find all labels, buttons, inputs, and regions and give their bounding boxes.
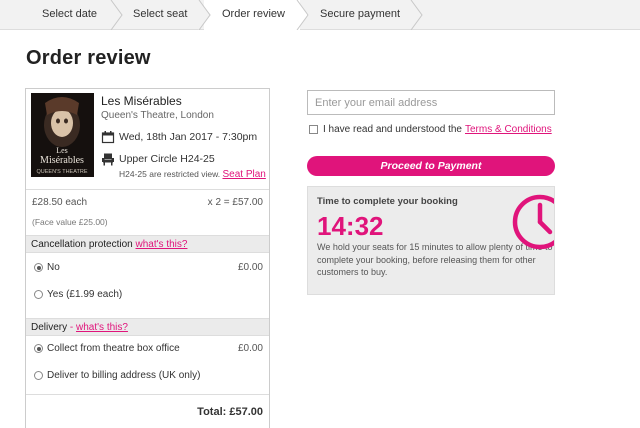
terms-agreement[interactable]: I have read and understood the Terms & C… <box>309 124 552 135</box>
step-separator <box>410 0 424 30</box>
step-separator <box>296 0 310 30</box>
order-summary-card: Les Misérables QUEEN'S THEATRE Les Misér… <box>25 88 270 428</box>
price-calculation: x 2 = £57.00 <box>207 197 263 208</box>
order-total: Total: £57.00 <box>197 406 263 418</box>
face-value: (Face value £25.00) <box>32 217 108 227</box>
show-title: Les Misérables <box>101 94 182 108</box>
restricted-view-text: H24-25 are restricted view. <box>119 169 221 179</box>
page-title: Order review <box>26 47 151 69</box>
divider <box>26 189 269 190</box>
option-label: No <box>47 262 60 273</box>
radio-selected[interactable] <box>34 263 43 272</box>
email-input[interactable] <box>307 90 555 115</box>
terms-text: I have read and understood the <box>323 124 462 135</box>
option-price: £0.00 <box>237 262 263 273</box>
cancellation-protection-header: Cancellation protection what's this? <box>26 235 269 253</box>
seat-plan-link[interactable]: Seat Plan <box>222 169 265 180</box>
cancellation-option-no[interactable]: No <box>34 262 60 273</box>
delivery-dash: - <box>67 322 77 333</box>
delivery-whats-this-link[interactable]: what's this? <box>76 322 128 333</box>
booking-timer-panel: Time to complete your booking 14:32 We h… <box>307 186 555 295</box>
restricted-view-note: H24-25 are restricted view. Seat Plan <box>119 169 266 180</box>
proceed-to-payment-button[interactable]: Proceed to Payment <box>307 156 555 176</box>
svg-text:QUEEN'S THEATRE: QUEEN'S THEATRE <box>37 169 88 175</box>
seat-info: Upper Circle H24-25 <box>119 153 215 165</box>
booking-steps: Select date Select seat Order review Sec… <box>0 0 640 30</box>
cancellation-whats-this-link[interactable]: what's this? <box>136 239 188 250</box>
step-secure-payment: Secure payment <box>320 8 401 20</box>
venue-name: Queen's Theatre, London <box>101 110 214 121</box>
option-label: Collect from theatre box office <box>47 343 180 354</box>
step-select-date[interactable]: Select date <box>42 0 97 30</box>
seat-icon <box>101 152 115 166</box>
delivery-option-collect[interactable]: Collect from theatre box office <box>34 343 180 354</box>
step-separator <box>110 0 124 30</box>
delivery-header: Delivery - what's this? <box>26 318 269 336</box>
show-poster-image: Les Misérables QUEEN'S THEATRE <box>31 93 94 177</box>
radio-unselected[interactable] <box>34 290 43 299</box>
price-each: £28.50 each <box>32 197 88 208</box>
cancellation-option-yes[interactable]: Yes (£1.99 each) <box>34 289 122 300</box>
step-select-seat[interactable]: Select seat <box>133 0 187 30</box>
radio-unselected[interactable] <box>34 371 43 380</box>
option-label: Yes (£1.99 each) <box>47 289 123 300</box>
timer-countdown: 14:32 <box>317 211 384 241</box>
delivery-heading: Delivery <box>31 322 68 333</box>
clock-icon <box>510 192 554 252</box>
delivery-option-billing-address[interactable]: Deliver to billing address (UK only) <box>34 370 200 381</box>
calendar-icon <box>101 130 115 144</box>
cancellation-heading: Cancellation protection <box>31 239 133 250</box>
terms-checkbox[interactable] <box>309 125 318 134</box>
performance-datetime: Wed, 18th Jan 2017 - 7:30pm <box>119 131 258 143</box>
timer-title: Time to complete your booking <box>317 196 458 207</box>
svg-text:Les: Les <box>56 146 68 155</box>
step-order-review: Order review <box>204 0 300 30</box>
svg-text:Misérables: Misérables <box>40 155 84 166</box>
option-label: Deliver to billing address (UK only) <box>47 370 201 381</box>
option-price: £0.00 <box>237 343 263 354</box>
terms-conditions-link[interactable]: Terms & Conditions <box>465 124 552 135</box>
step-separator <box>198 0 212 30</box>
radio-selected[interactable] <box>34 344 43 353</box>
divider <box>26 394 269 395</box>
